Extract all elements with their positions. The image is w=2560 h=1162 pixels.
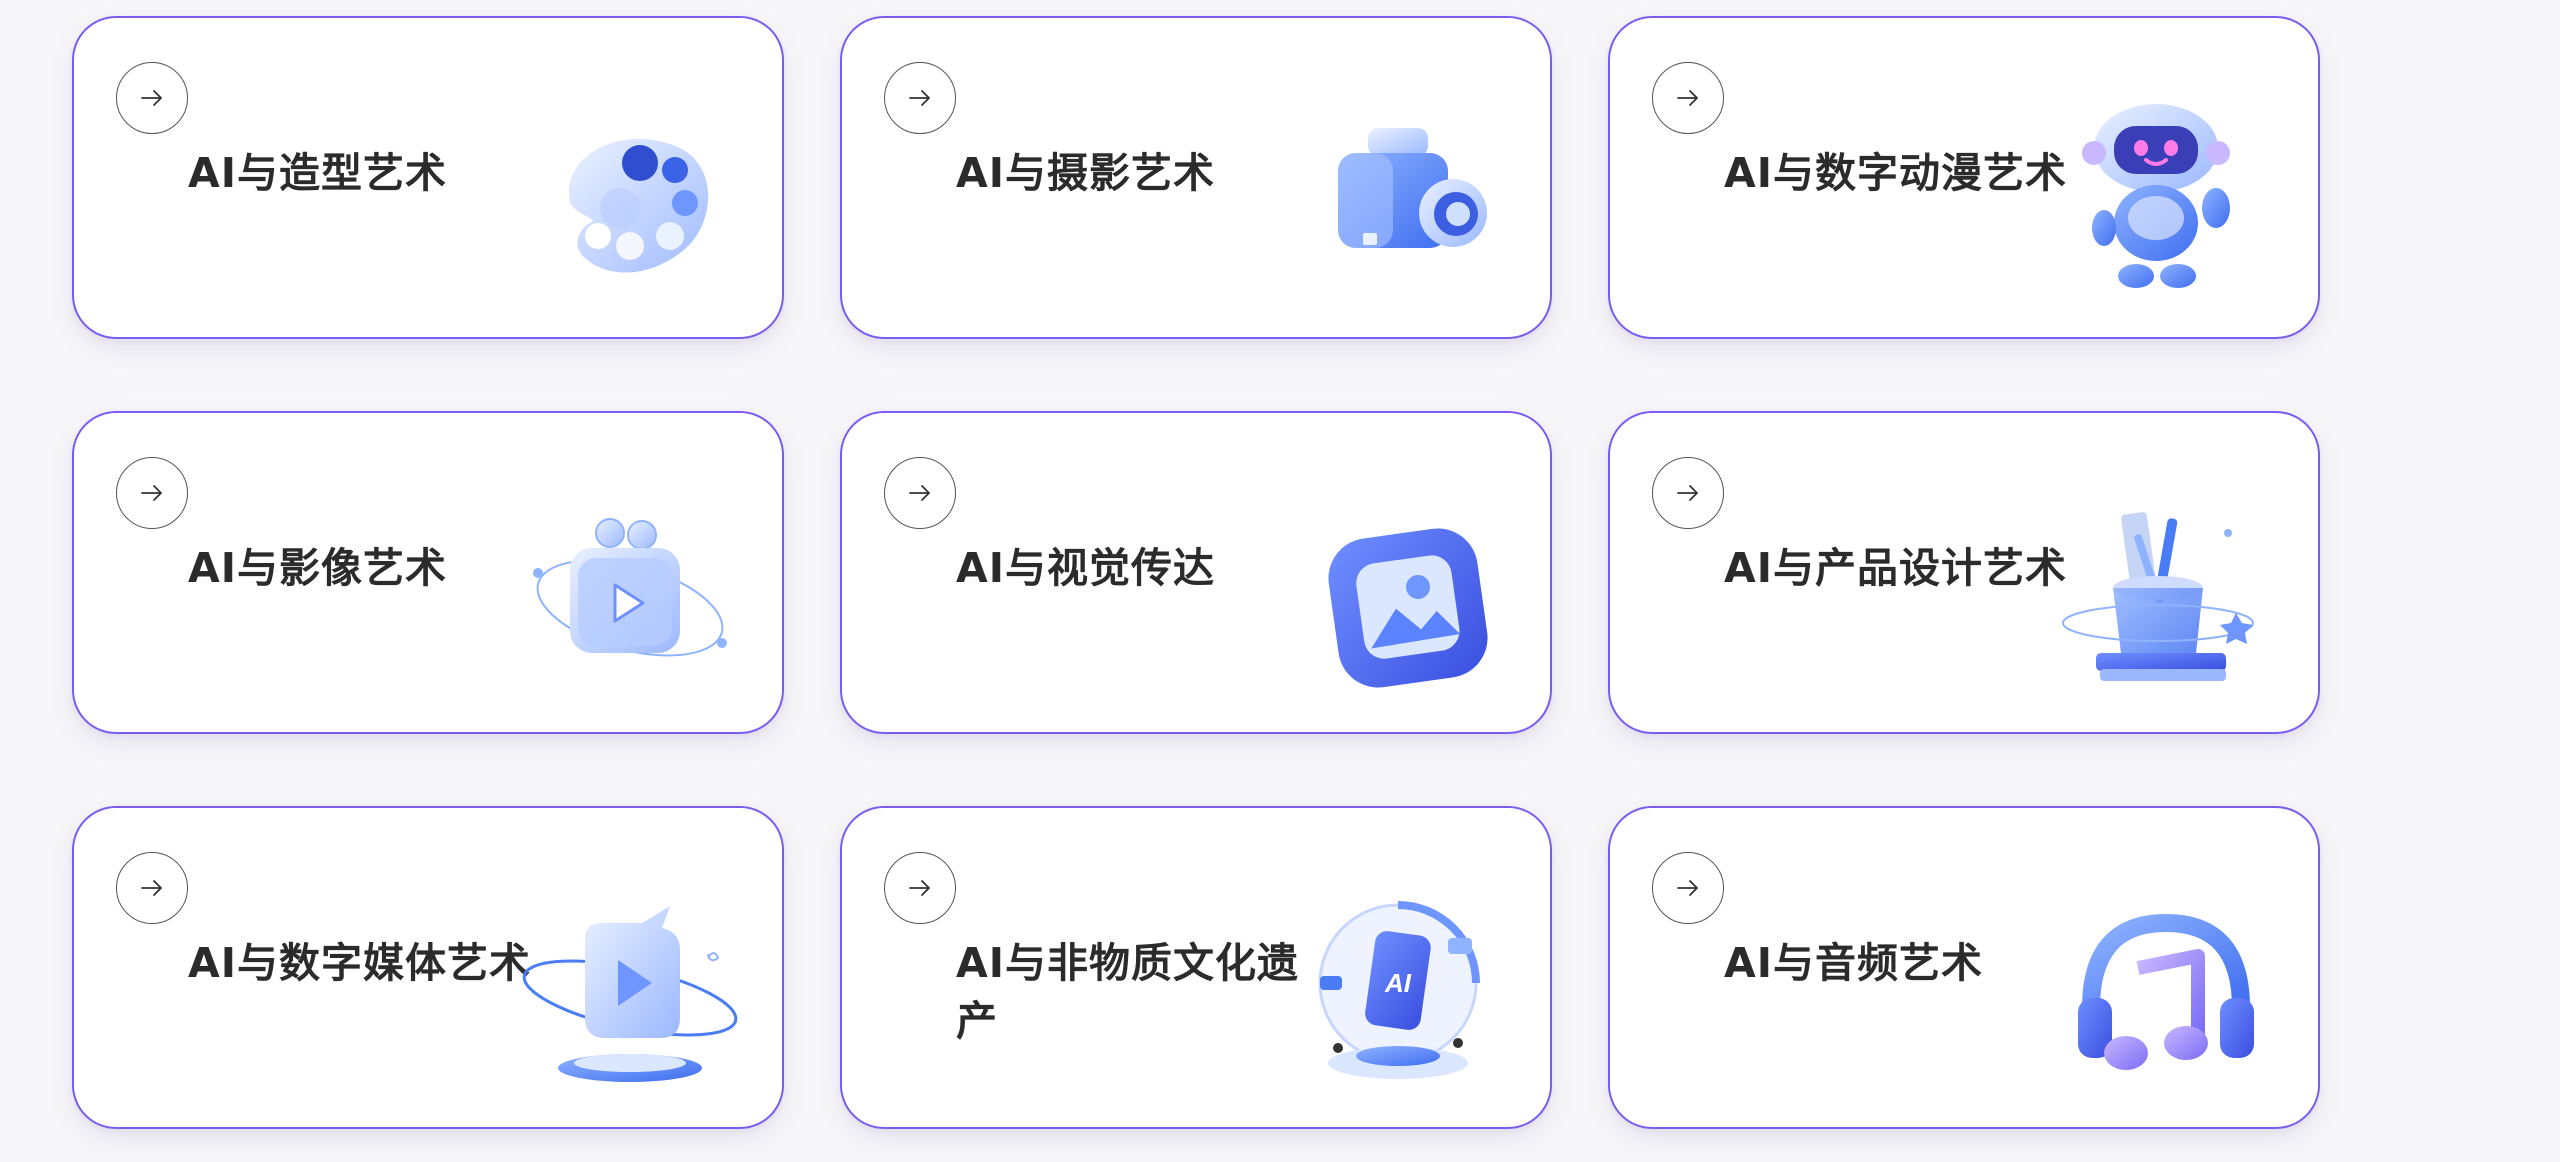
card-title: AI与数字动漫艺术	[1724, 149, 2067, 197]
arrow-right-icon[interactable]	[884, 62, 956, 134]
course-card-digital-media-art[interactable]: AI与数字媒体艺术	[72, 806, 784, 1129]
arrow-right-icon[interactable]	[116, 457, 188, 529]
card-title: AI与视觉传达	[956, 544, 1215, 592]
arrow-right-icon[interactable]	[1652, 62, 1724, 134]
card-title: AI与产品设计艺术	[1724, 544, 2067, 592]
course-card-product-design-art[interactable]: AI与产品设计艺术	[1608, 411, 2320, 734]
course-card-digital-animation-art[interactable]: AI与数字动漫艺术	[1608, 16, 2320, 339]
course-card-photography-art[interactable]: AI与摄影艺术	[840, 16, 1552, 339]
arrow-right-icon[interactable]	[116, 62, 188, 134]
card-title: AI与数字媒体艺术	[188, 939, 531, 987]
course-card-audio-art[interactable]: AI与音频艺术	[1608, 806, 2320, 1129]
image-icon	[1298, 503, 1498, 703]
arrow-right-icon[interactable]	[1652, 852, 1724, 924]
play-bubble-icon	[522, 898, 738, 1098]
arrow-right-icon[interactable]	[116, 852, 188, 924]
card-title: AI与非物质文化遗产	[956, 939, 1299, 1045]
robot-icon	[2066, 104, 2266, 308]
course-card-image-art[interactable]: AI与影像艺术	[72, 411, 784, 734]
card-title: AI与摄影艺术	[956, 149, 1215, 197]
course-grid: AI与造型艺术 AI与摄影艺术 AI与数字动漫艺术 AI与影像艺术 AI与视觉传…	[72, 16, 2320, 1129]
card-title: AI与造型艺术	[188, 149, 447, 197]
arrow-right-icon[interactable]	[884, 457, 956, 529]
course-card-visual-communication[interactable]: AI与视觉传达	[840, 411, 1552, 734]
palette-icon	[530, 108, 730, 308]
card-title: AI与影像艺术	[188, 544, 447, 592]
arrow-right-icon[interactable]	[1652, 457, 1724, 529]
ai-badge: AI	[1384, 968, 1412, 998]
headphones-music-icon	[2066, 898, 2266, 1098]
pencil-cup-icon	[2062, 503, 2266, 703]
card-title: AI与音频艺术	[1724, 939, 1983, 987]
ai-phone-icon: AI	[1298, 898, 1498, 1098]
course-card-sculpture-art[interactable]: AI与造型艺术	[72, 16, 784, 339]
video-camera-icon	[1298, 108, 1498, 308]
course-card-intangible-cultural-heritage[interactable]: AI与非物质文化遗产 AI	[840, 806, 1552, 1129]
arrow-right-icon[interactable]	[884, 852, 956, 924]
film-camera-icon	[530, 503, 730, 703]
